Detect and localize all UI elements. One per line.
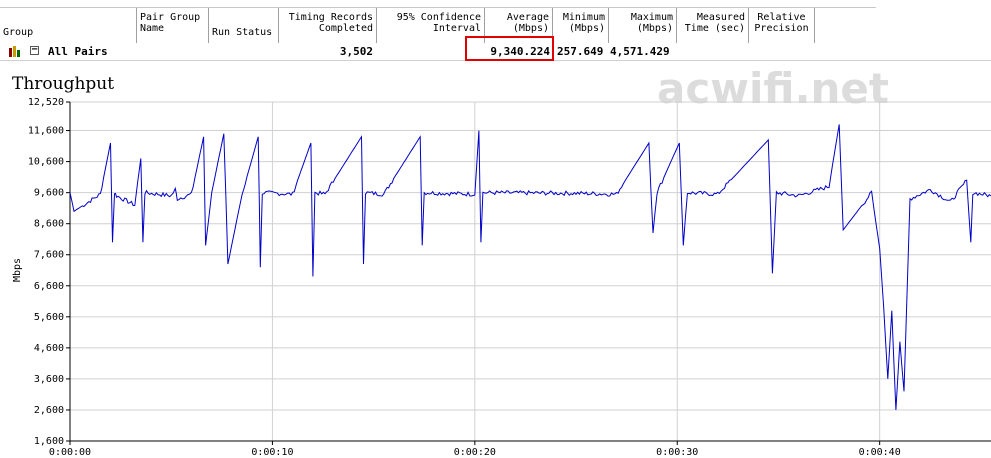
- y-ticks: 1,600 2,600 3,600 4,600 5,600 6,600 7,600 8,600…: [28, 97, 70, 447]
- y-tick-label: 9,600: [34, 188, 64, 199]
- chart-axes: [69, 102, 991, 442]
- y-tick-label: 8,600: [34, 219, 64, 230]
- y-tick-label: 2,600: [34, 405, 64, 416]
- y-axis-label: Mbps: [12, 258, 23, 282]
- y-tick-label: 1,600: [34, 436, 64, 447]
- y-tick-label: 3,600: [34, 374, 64, 385]
- y-tick-label: 4,600: [34, 343, 64, 354]
- x-tick-label: 0:00:00: [49, 447, 91, 458]
- x-ticks: 0:00:00 0:00:10 0:00:20 0:00:30 0:00:40: [49, 441, 901, 458]
- y-tick-label: 10,600: [28, 157, 64, 168]
- y-tick-label: 12,520: [28, 97, 64, 108]
- x-tick-label: 0:00:20: [454, 447, 496, 458]
- y-tick-label: 7,600: [34, 250, 64, 261]
- y-tick-label: 6,600: [34, 281, 64, 292]
- y-tick-label: 11,600: [28, 126, 64, 137]
- x-tick-label: 0:00:40: [859, 447, 901, 458]
- x-tick-label: 0:00:30: [656, 447, 698, 458]
- y-tick-label: 5,600: [34, 312, 64, 323]
- x-tick-label: 0:00:10: [251, 447, 293, 458]
- throughput-chart: 1,600 2,600 3,600 4,600 5,600 6,600 7,600 8,600…: [12, 97, 991, 458]
- series-line-throughput: [69, 124, 991, 411]
- grid-lines: [69, 101, 991, 442]
